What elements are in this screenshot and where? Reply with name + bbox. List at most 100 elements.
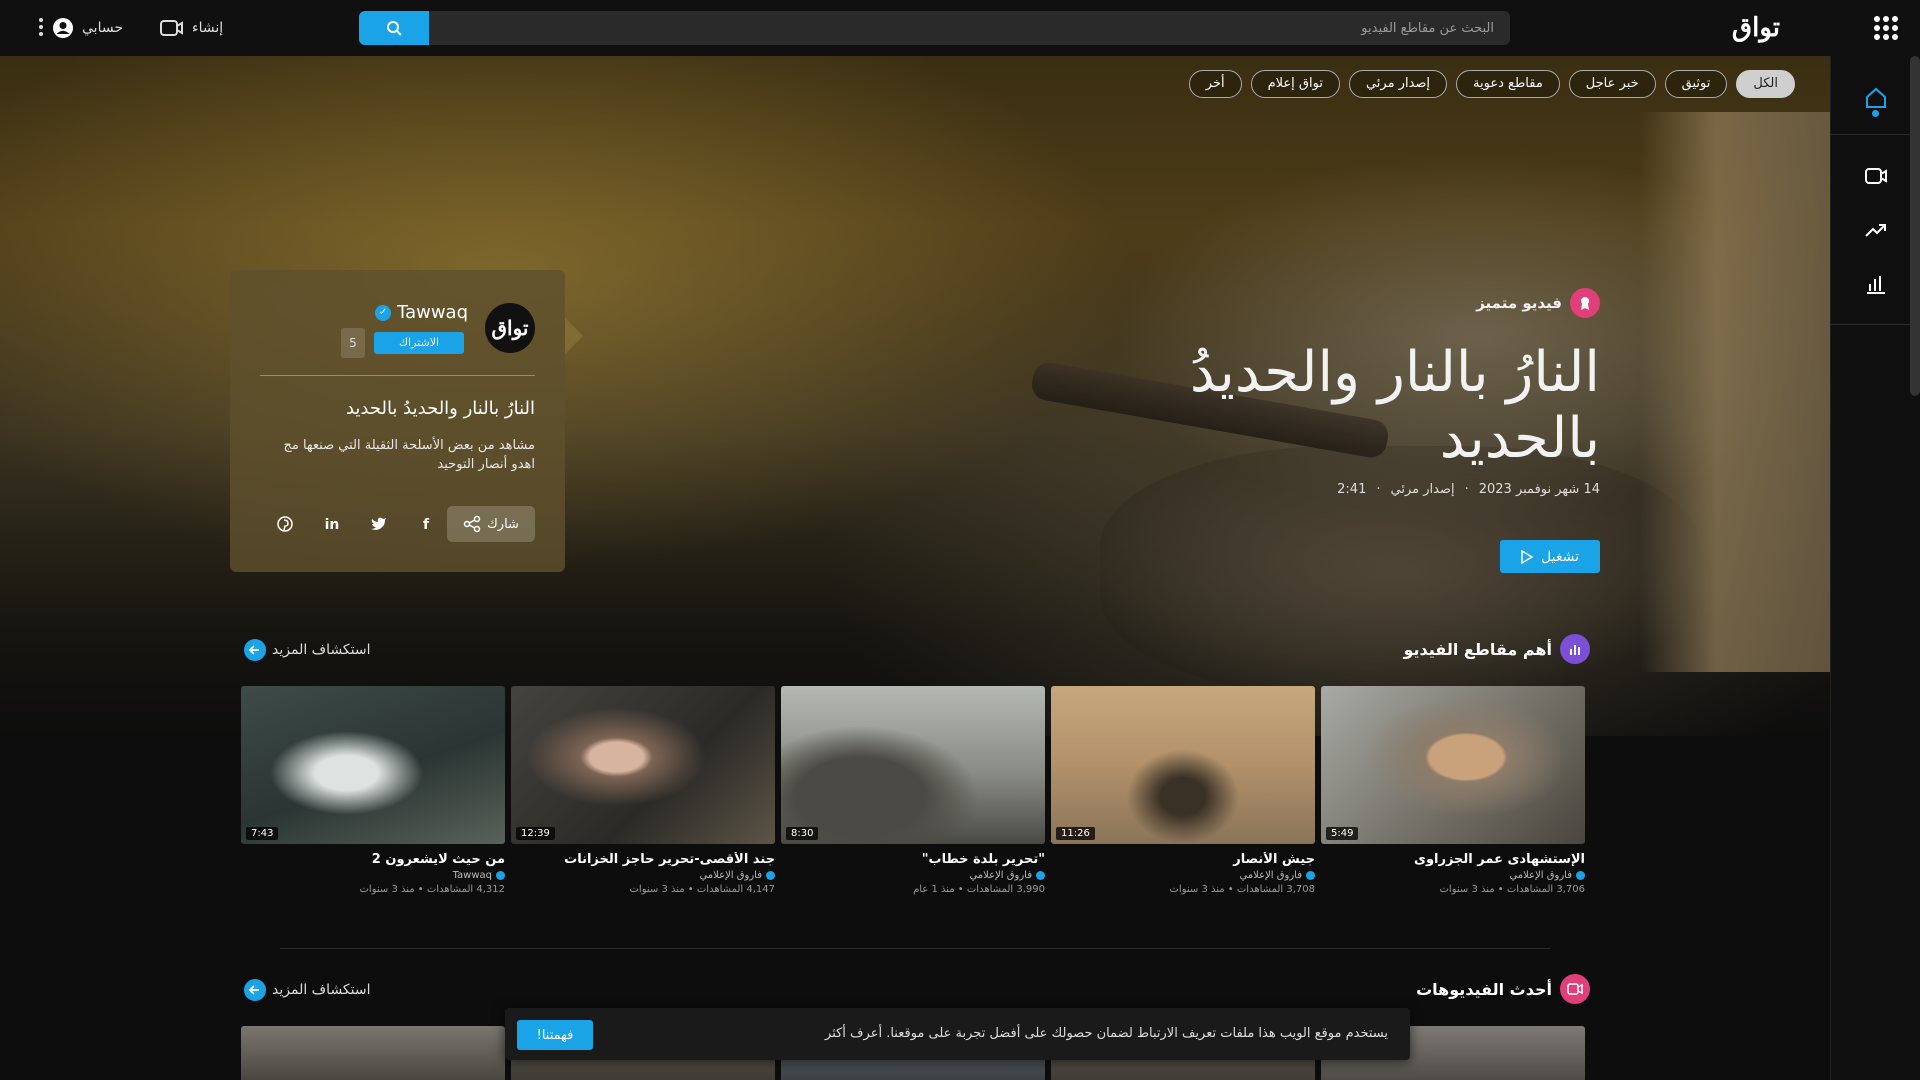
section-divider (280, 948, 1550, 949)
video-channel[interactable]: فاروق الإعلامي (511, 870, 775, 881)
page-scrollbar[interactable] (1910, 56, 1920, 396)
bar-chart-icon (1867, 276, 1885, 294)
card-divider (260, 375, 535, 376)
featured-date: 14 شهر نوفمبر 2023 (1478, 482, 1600, 497)
featured-meta: 14 شهر نوفمبر 2023 · إصدار مرئي · 2:41 (1337, 482, 1600, 497)
top-videos-title: أهم مقاطع الفيديو (1403, 639, 1552, 659)
nav-separator (1831, 324, 1920, 325)
facebook-icon[interactable]: f (417, 516, 435, 534)
latest-videos-more-link[interactable]: استكشاف المزيد (244, 979, 371, 1001)
video-card[interactable]: 5:49 الإستشهادى عمر الجزراوى فاروق الإعل… (1321, 686, 1585, 895)
chip-documentation[interactable]: توثيق (1664, 70, 1728, 98)
verified-icon (1306, 871, 1315, 880)
search-bar (359, 11, 1510, 45)
create-label: إنشاء (192, 20, 224, 36)
more-options-icon[interactable] (38, 18, 44, 38)
top-videos-more-link[interactable]: استكشاف المزيد (244, 639, 371, 661)
featured-badge: فيديو متميز (1476, 288, 1600, 318)
verified-icon (1036, 871, 1045, 880)
video-stats: 3,708 المشاهدات • منذ 3 سنوات (1169, 884, 1315, 895)
subscribe-button[interactable]: الاشتراك (374, 332, 464, 354)
featured-title[interactable]: النارُ بالنار والحديدُ بالحديد (1140, 340, 1600, 472)
video-title[interactable]: "تحرير بلدة خطاب" (781, 852, 1045, 867)
search-input[interactable] (429, 11, 1510, 45)
video-stats: 3,706 المشاهدات • منذ 3 سنوات (1439, 884, 1585, 895)
top-bar: تواق إنشاء حسابي (0, 0, 1920, 56)
video-thumbnail[interactable]: 11:26 (1051, 686, 1315, 844)
create-button[interactable]: إنشاء (160, 16, 223, 40)
video-channel[interactable]: فاروق الإعلامي (1321, 870, 1585, 881)
video-title[interactable]: جند الأقصى-تحرير حاجز الخزانات (511, 852, 775, 867)
nav-trending[interactable] (1864, 218, 1888, 242)
site-logo[interactable]: تواق (1732, 8, 1780, 48)
video-card[interactable]: 8:30 "تحرير بلدة خطاب" فاروق الإعلامي 3,… (781, 686, 1045, 895)
account-button[interactable]: حسابي (52, 16, 123, 40)
apps-grid-icon[interactable] (1874, 16, 1898, 40)
filter-chips: الكل توثيق خبر عاجل مقاطع دعوية إصدار مر… (1188, 70, 1795, 98)
video-card[interactable]: 7:43 من حيث لايشعرون 2 Tawwaq 4,312 المش… (241, 686, 505, 895)
play-icon (1521, 549, 1534, 564)
channel-name[interactable]: ✓ Tawwaq (375, 302, 468, 323)
video-title[interactable]: من حيث لايشعرون 2 (241, 852, 505, 867)
chip-all[interactable]: الكل (1736, 70, 1795, 98)
featured-badge-label: فيديو متميز (1476, 294, 1562, 312)
award-icon (1570, 288, 1600, 318)
twitter-icon[interactable] (370, 516, 388, 534)
video-duration: 7:43 (246, 827, 279, 840)
chip-visual-release[interactable]: إصدار مرئي (1348, 70, 1448, 98)
share-icon (463, 515, 481, 533)
latest-videos-title: أحدث الفيديوهات (1416, 979, 1552, 999)
top-videos-header: أهم مقاطع الفيديو (1403, 634, 1590, 664)
nav-home[interactable] (1864, 86, 1888, 110)
card-title: النارُ بالنار والحديدُ بالحديد (345, 398, 535, 419)
search-button[interactable] (359, 11, 429, 45)
chip-dawah-clips[interactable]: مقاطع دعوية (1456, 70, 1560, 98)
video-channel[interactable]: فاروق الإعلامي (781, 870, 1045, 881)
play-label: تشغيل (1541, 548, 1579, 565)
video-thumbnail[interactable]: 8:30 (781, 686, 1045, 844)
home-icon (1866, 87, 1886, 108)
video-duration: 5:49 (1326, 827, 1359, 840)
nav-stats[interactable] (1864, 272, 1888, 296)
video-title[interactable]: جيش الأنصار (1051, 852, 1315, 867)
video-card[interactable]: 12:39 جند الأقصى-تحرير حاجز الخزانات فار… (511, 686, 775, 895)
cookie-accept-button[interactable]: فهمتنا! (517, 1020, 593, 1050)
top-videos-row: 5:49 الإستشهادى عمر الجزراوى فاروق الإعل… (240, 686, 1585, 906)
account-label: حسابي (82, 20, 123, 36)
featured-info-card: تواق ✓ Tawwaq الاشتراك 5 النارُ بالنار و… (230, 270, 583, 572)
share-button[interactable]: شارك (447, 506, 535, 542)
nav-videos[interactable] (1864, 164, 1888, 188)
video-channel[interactable]: Tawwaq (241, 870, 505, 881)
verified-icon (1576, 871, 1585, 880)
video-stats: 4,312 المشاهدات • منذ 3 سنوات (359, 884, 505, 895)
search-icon (387, 21, 402, 36)
video-thumbnail[interactable]: 12:39 (511, 686, 775, 844)
linkedin-icon[interactable]: in (323, 516, 341, 534)
nav-separator (1831, 134, 1920, 135)
featured-category: إصدار مرئي (1390, 482, 1455, 497)
chip-other[interactable]: أخر (1188, 70, 1242, 98)
latest-videos-header: أحدث الفيديوهات (1416, 974, 1590, 1004)
video-thumbnail[interactable] (241, 1026, 505, 1080)
bar-chart-icon (1560, 634, 1590, 664)
video-thumbnail[interactable]: 5:49 (1321, 686, 1585, 844)
chip-tawwaq-media[interactable]: تواق إعلام (1250, 70, 1340, 98)
video-camera-icon (160, 20, 183, 36)
video-title[interactable]: الإستشهادى عمر الجزراوى (1321, 852, 1585, 867)
pinterest-icon[interactable] (276, 516, 294, 534)
play-button[interactable]: تشغيل (1500, 540, 1600, 573)
featured-duration: 2:41 (1337, 482, 1367, 497)
verified-icon (496, 871, 505, 880)
verified-icon: ✓ (375, 304, 392, 321)
video-card[interactable]: 11:26 جيش الأنصار فاروق الإعلامي 3,708 ا… (1051, 686, 1315, 895)
arrow-left-icon (244, 979, 266, 1001)
video-duration: 11:26 (1056, 827, 1095, 840)
more-label: استكشاف المزيد (272, 982, 371, 998)
video-thumbnail[interactable]: 7:43 (241, 686, 505, 844)
video-channel[interactable]: فاروق الإعلامي (1051, 870, 1315, 881)
channel-avatar[interactable]: تواق (485, 303, 535, 353)
arrow-left-icon (244, 639, 266, 661)
share-label: شارك (487, 516, 519, 532)
trending-icon (1865, 224, 1886, 237)
chip-breaking-news[interactable]: خبر عاجل (1568, 70, 1656, 98)
